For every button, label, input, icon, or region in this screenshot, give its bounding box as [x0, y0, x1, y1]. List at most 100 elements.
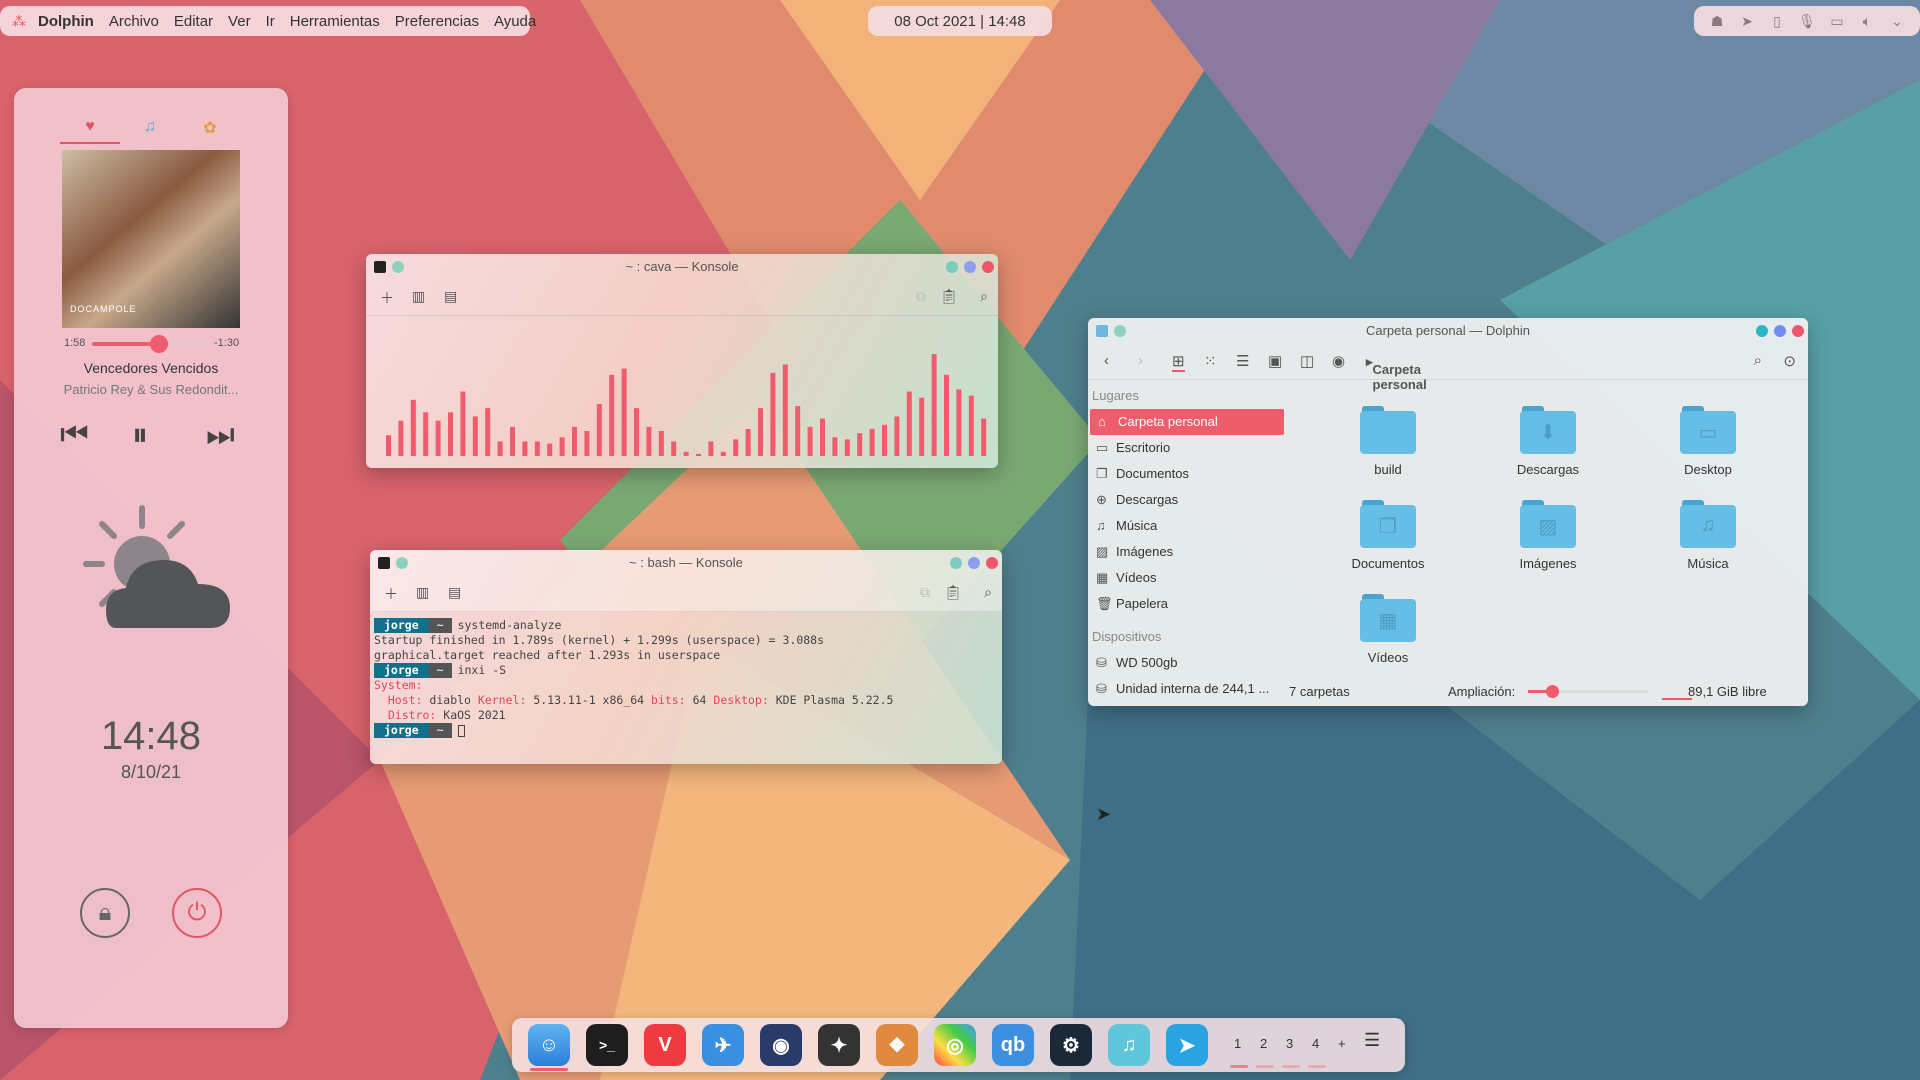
bash-titlebar[interactable]: ~ : bash — Konsole [370, 550, 1002, 576]
minimize-button[interactable] [950, 557, 962, 569]
telegram-icon[interactable]: ➤ [1166, 1024, 1208, 1066]
search-icon[interactable]: ⌕ [980, 288, 988, 305]
terminal-icon[interactable]: >_ [586, 1024, 628, 1066]
close-button[interactable] [982, 261, 994, 273]
icons-view-icon[interactable]: ⊞ [1172, 352, 1185, 372]
new-tab-icon[interactable]: ＋ [380, 288, 394, 308]
gimp-icon[interactable]: ❖ [876, 1024, 918, 1066]
breadcrumb[interactable]: ▸ Carpeta personal [1366, 354, 1427, 392]
compact-view-icon[interactable]: ⁙ [1204, 352, 1217, 370]
menu-editar[interactable]: Editar [174, 13, 213, 30]
paste-icon[interactable]: 📋︎ [944, 584, 962, 601]
menu-ayuda[interactable]: Ayuda [494, 13, 536, 30]
workspace-1[interactable]: 1 [1234, 1036, 1241, 1051]
zoom-slider[interactable] [1528, 685, 1648, 698]
pause-icon[interactable]: ⏸ [132, 416, 148, 454]
pin-button[interactable] [396, 557, 408, 569]
seek-handle[interactable] [150, 335, 169, 353]
menu-archivo[interactable]: Archivo [109, 13, 159, 30]
terminal-output[interactable]: jorge ~ systemd-analyze Startup finished i… [370, 612, 1002, 744]
split-vertical-icon[interactable]: ▤ [444, 288, 457, 305]
copy-icon[interactable]: ⧉ [920, 584, 930, 601]
heart-icon[interactable]: ♥ [60, 118, 120, 142]
inkscape-icon[interactable]: ✦ [818, 1024, 860, 1066]
pin-button[interactable] [1114, 325, 1126, 337]
cava-titlebar[interactable]: ~ : cava — Konsole [366, 254, 998, 280]
qbittorrent-icon[interactable]: qb [992, 1024, 1034, 1066]
search-icon[interactable]: ⌕ [1754, 352, 1762, 369]
device-wd500[interactable]: ⛁ WD 500gb [1088, 650, 1288, 676]
split-horizontal-icon[interactable]: ▥ [412, 288, 425, 305]
menu-ver[interactable]: Ver [228, 13, 251, 30]
place-home[interactable]: ⌂ Carpeta personal [1090, 409, 1284, 435]
show-desktop-icon[interactable]: ☰ [1364, 1030, 1380, 1051]
steam-icon[interactable]: ⚙ [1050, 1024, 1092, 1066]
menu-app-name[interactable]: Dolphin [38, 13, 94, 30]
dolphin-titlebar[interactable]: Carpeta personal — Dolphin [1088, 318, 1808, 344]
new-tab-icon[interactable]: ＋ [384, 584, 398, 604]
lock-icon[interactable]: 🔒︎ [80, 888, 130, 938]
pin-button[interactable] [392, 261, 404, 273]
add-workspace[interactable]: + [1338, 1036, 1346, 1051]
send-icon[interactable]: ➤ [1739, 13, 1755, 29]
maximize-button[interactable] [1774, 325, 1786, 337]
breadcrumb-item[interactable]: Carpeta personal [1373, 362, 1427, 392]
folder-musica[interactable]: ♫ Música [1648, 500, 1768, 571]
place-videos[interactable]: ▦ Vídeos [1088, 565, 1288, 591]
place-documentos[interactable]: ❐ Documentos [1088, 461, 1288, 487]
minimize-button[interactable] [946, 261, 958, 273]
battery-icon[interactable]: ▯ [1769, 13, 1785, 29]
back-icon[interactable]: ‹ [1104, 352, 1109, 369]
folder-descargas[interactable]: ⬇ Descargas [1488, 406, 1608, 477]
previous-track-icon[interactable]: ⏮ [60, 416, 89, 454]
finder-icon[interactable]: ☺ [528, 1024, 570, 1066]
menu-preferencias[interactable]: Preferencias [395, 13, 479, 30]
mic-icon[interactable]: 🎙︎ [1798, 13, 1816, 29]
folder-videos[interactable]: ▦ Vídeos [1328, 594, 1448, 665]
maximize-button[interactable] [964, 261, 976, 273]
menu-ir[interactable]: Ir [266, 13, 275, 30]
chevron-down-icon[interactable]: ⌄ [1889, 13, 1905, 29]
device-internal[interactable]: ⛁ Unidad interna de 244,1 ... [1088, 676, 1288, 702]
split-vertical-icon[interactable]: ▤ [448, 584, 461, 601]
close-button[interactable] [986, 557, 998, 569]
place-escritorio[interactable]: ▭ Escritorio [1088, 435, 1288, 461]
zoom-handle[interactable] [1546, 685, 1559, 698]
clock-applet[interactable]: 08 Oct 2021 | 14:48 [868, 6, 1052, 36]
workspace-2[interactable]: 2 [1260, 1036, 1267, 1051]
seek-slider[interactable] [92, 335, 210, 353]
search-icon[interactable]: ⌕ [984, 584, 992, 601]
show-hidden-icon[interactable]: ◉ [1332, 352, 1345, 370]
split-view-icon[interactable]: ◫ [1300, 352, 1314, 370]
next-track-icon[interactable]: ⏭ [206, 416, 235, 454]
music-player-icon[interactable]: ♫ [1108, 1024, 1150, 1066]
music-app-icon[interactable]: ♫ [120, 118, 180, 142]
folder-desktop[interactable]: ▭ Desktop [1648, 406, 1768, 477]
copy-icon[interactable]: ⧉ [916, 288, 926, 305]
forward-icon[interactable]: › [1138, 352, 1143, 369]
place-musica[interactable]: ♫ Música [1088, 513, 1288, 539]
folder-imagenes[interactable]: ▨ Imágenes [1488, 500, 1608, 571]
swift-icon[interactable]: ✈ [702, 1024, 744, 1066]
volume-icon[interactable]: 🔈︎ [1859, 13, 1875, 29]
place-papelera[interactable]: 🗑︎ Papelera [1088, 591, 1288, 617]
chrome-icon[interactable]: ◎ [934, 1024, 976, 1066]
display-icon[interactable]: ▭ [1829, 13, 1845, 29]
workspace-3[interactable]: 3 [1286, 1036, 1293, 1051]
place-descargas[interactable]: ⊕ Descargas [1088, 487, 1288, 513]
krita-icon[interactable]: ◉ [760, 1024, 802, 1066]
folder-documentos[interactable]: ❐ Documentos [1328, 500, 1448, 571]
vivaldi-icon[interactable]: V [644, 1024, 686, 1066]
details-view-icon[interactable]: ☰ [1236, 352, 1249, 370]
menu-herramientas[interactable]: Herramientas [290, 13, 380, 30]
preview-icon[interactable]: ▣ [1268, 352, 1282, 370]
power-icon[interactable]: ⏻ [172, 888, 222, 938]
workspace-4[interactable]: 4 [1312, 1036, 1319, 1051]
close-button[interactable] [1792, 325, 1804, 337]
paste-icon[interactable]: 📋︎ [940, 288, 958, 305]
place-imagenes[interactable]: ▨ Imágenes [1088, 539, 1288, 565]
minimize-button[interactable] [1756, 325, 1768, 337]
ghost-icon[interactable]: ☗ [1709, 13, 1725, 29]
folder-build[interactable]: build [1328, 406, 1448, 477]
maximize-button[interactable] [968, 557, 980, 569]
